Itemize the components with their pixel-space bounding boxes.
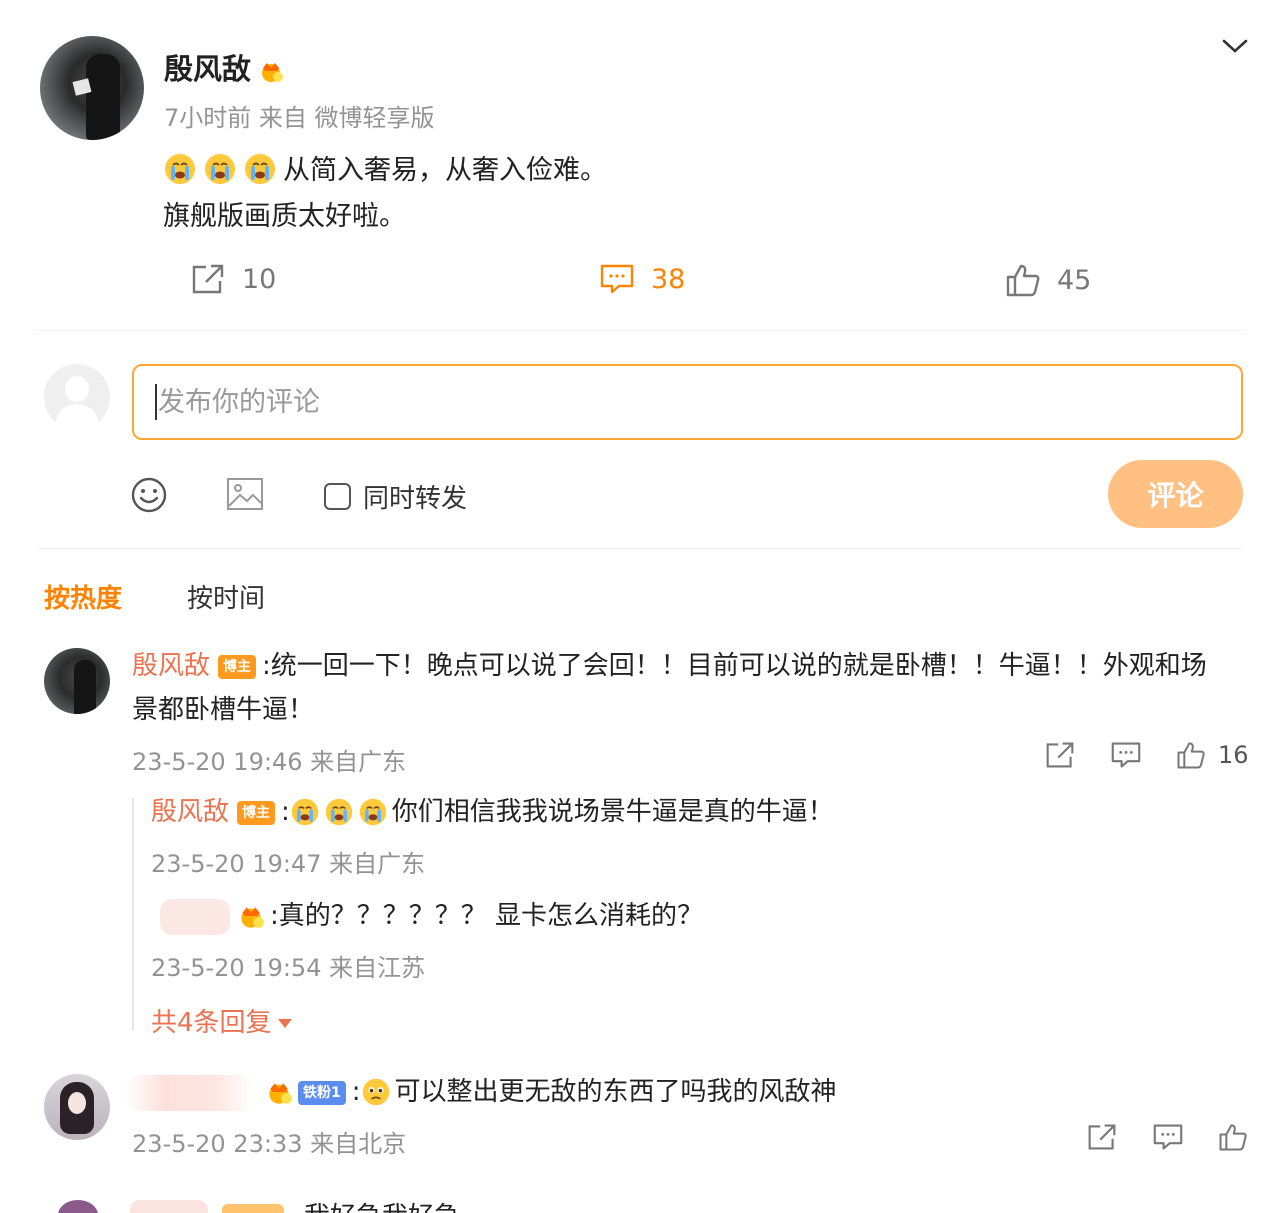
vip-crown-icon (241, 907, 264, 928)
forward-count: 10 (242, 263, 277, 295)
forward-icon (1046, 742, 1074, 768)
post-header: 殷风敌 7小时前 来自 微博轻享版 (40, 36, 1250, 146)
triangle-down-icon (277, 1019, 292, 1028)
comment-input[interactable] (132, 364, 1243, 440)
image-upload-icon[interactable] (226, 476, 264, 512)
comment-like-button[interactable] (1218, 1122, 1248, 1152)
comment-like-button[interactable]: 16 (1176, 740, 1249, 770)
comment-reply-button[interactable] (1152, 1122, 1184, 1152)
comment-time: 23-5-20 23:33 来自北京 (132, 1130, 407, 1158)
comment-forward-button[interactable] (1044, 740, 1076, 770)
forward-icon (192, 264, 224, 294)
reply-text-content: :真的？？？？？？ 显卡怎么消耗的？ (270, 901, 704, 931)
text-caret (155, 384, 157, 420)
thumbs-up-icon (1219, 1124, 1247, 1151)
view-more-replies-link[interactable]: 共4条回复 (151, 1002, 292, 1039)
partial-comment-text: 我好急我好急 (304, 1198, 460, 1213)
comment-icon (600, 264, 634, 294)
divider (36, 330, 1244, 331)
comment-icon (1111, 742, 1141, 768)
reply-text-content: 你们相信我我说场景牛逼是真的牛逼！ (391, 797, 834, 827)
reply-thread-bar (132, 798, 134, 1030)
crying-face-icon (359, 798, 387, 826)
more-replies-label: 共4条回复 (151, 1008, 272, 1038)
submit-comment-button[interactable]: 评论 (1108, 460, 1243, 528)
thumbs-up-icon (1177, 742, 1205, 769)
vip-crown-icon (262, 63, 284, 82)
post-text-line: 从简入奢易，从奢入俭难。 (283, 155, 607, 186)
chevron-down-icon[interactable] (1220, 36, 1250, 56)
checkbox-box[interactable] (324, 483, 351, 510)
reply-text: 殷风敌 博主: 你们相信我我说场景牛逼是真的牛逼！ (151, 797, 834, 827)
comment-actions: 16 (1010, 740, 1249, 770)
comment-text-line: 景都卧槽牛逼！ (132, 695, 315, 725)
pleading-face-icon (362, 1078, 389, 1106)
divider (36, 548, 1244, 549)
emoji-picker-icon[interactable] (130, 476, 168, 514)
comment-time: 23-5-20 19:46 来自广东 (132, 748, 407, 776)
post-author-name[interactable]: 殷风敌 (164, 52, 251, 86)
comment-reply-button[interactable] (1110, 740, 1142, 770)
post-text-line: 旗舰版画质太好啦。 (163, 201, 406, 232)
post-action-bar: 10 38 45 (0, 262, 1280, 306)
tab-sort-time[interactable]: 按时间 (187, 578, 265, 615)
commenter-name[interactable]: 殷风敌 (132, 651, 210, 681)
reply-text: :真的？？？？？？ 显卡怎么消耗的？ (160, 894, 703, 938)
tab-sort-hot[interactable]: 按热度 (44, 578, 122, 615)
author-badge: 博主 (218, 655, 257, 679)
comment-text: 殷风敌 博主:统一回一下！晚点可以说了会回！！目前可以说的就是卧槽！！牛逼！！外观… (132, 644, 1207, 688)
next-comment-partial: 我好急我好急 (0, 1198, 1280, 1213)
reply-time: 23-5-20 19:54 来自江苏 (151, 954, 426, 982)
replier-name[interactable]: 殷风敌 (151, 797, 229, 827)
blurred-username (126, 1074, 254, 1111)
also-forward-checkbox[interactable]: 同时转发 (324, 478, 467, 515)
comment-text-line: :统一回一下！晚点可以说了会回！！目前可以说的就是卧槽！！牛逼！！外观和场 (262, 651, 1207, 681)
comment-text: 铁粉1: 可以整出更无敌的东西了吗我的风敌神 (126, 1070, 837, 1114)
post-meta: 7小时前 来自 微博轻享版 (164, 104, 435, 132)
commenter-avatar[interactable] (44, 648, 110, 714)
crying-face-icon (245, 154, 275, 184)
comment-actions (1052, 1122, 1248, 1152)
comment-like-count: 16 (1218, 741, 1249, 769)
like-button[interactable]: 45 (1005, 262, 1091, 298)
comment-button[interactable]: 38 (599, 262, 685, 296)
post-author[interactable]: 殷风敌 (164, 46, 285, 88)
forward-icon (1088, 1124, 1116, 1150)
forward-button[interactable]: 10 (190, 262, 276, 296)
fan-badge: 铁粉1 (298, 1081, 346, 1105)
comment-forward-button[interactable] (1086, 1122, 1118, 1152)
comment-icon (1153, 1124, 1183, 1150)
crying-face-icon (205, 154, 235, 184)
crying-face-icon (165, 154, 195, 184)
thumbs-up-icon (1006, 264, 1040, 297)
crying-face-icon (291, 798, 319, 826)
reply-time: 23-5-20 19:47 来自广东 (151, 850, 426, 878)
author-badge: 博主 (237, 801, 276, 825)
comment-text-content: 可以整出更无敌的东西了吗我的风敌神 (394, 1077, 837, 1107)
author-avatar[interactable] (40, 36, 144, 140)
blurred-username (160, 898, 230, 935)
crying-face-icon (325, 798, 353, 826)
post-text: 从简入奢易，从奢入俭难。 旗舰版画质太好啦。 (163, 148, 607, 240)
like-count: 45 (1057, 264, 1092, 296)
commenter-avatar[interactable] (44, 1074, 110, 1140)
also-forward-label: 同时转发 (363, 484, 468, 514)
my-avatar (44, 364, 110, 430)
comment-count: 38 (651, 263, 686, 295)
vip-crown-icon (269, 1083, 292, 1104)
